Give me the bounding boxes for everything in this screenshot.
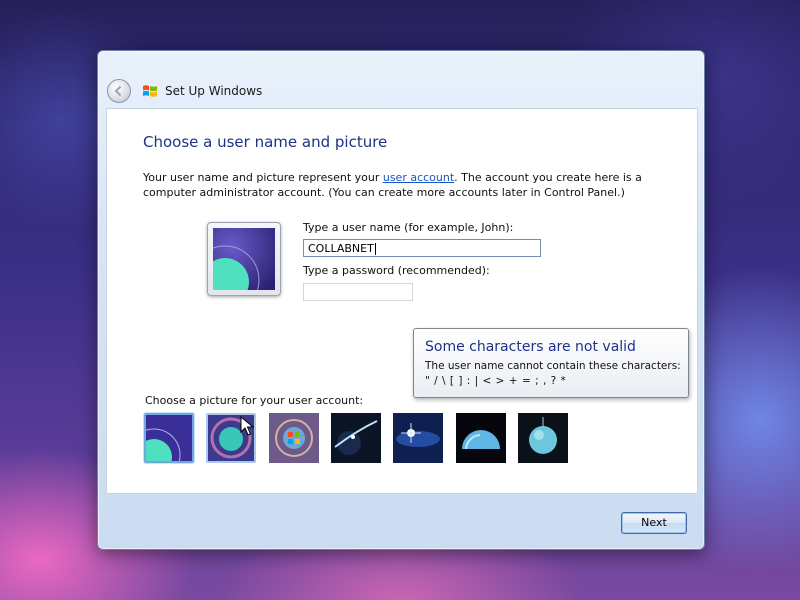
picture-thumb-3[interactable] (269, 413, 319, 463)
footer-bar (98, 493, 704, 549)
selected-picture-preview (207, 222, 281, 296)
picture-thumb-5[interactable] (393, 413, 443, 463)
picture-thumb-6[interactable] (456, 413, 506, 463)
planet-ring-thumb (331, 413, 381, 463)
password-label: Type a password (recommended): (303, 264, 490, 277)
tooltip-message: The user name cannot contain these chara… (425, 360, 681, 372)
page-description: Your user name and picture represent you… (143, 170, 643, 200)
page-heading: Choose a user name and picture (143, 133, 388, 151)
username-label: Type a user name (for example, John): (303, 221, 514, 234)
picture-thumb-1[interactable] (144, 413, 194, 463)
tooltip-invalid-chars: " / \ [ ] : | < > + = ; , ? * (425, 375, 567, 387)
next-button[interactable]: Next (621, 512, 687, 534)
starburst-thumb (393, 413, 443, 463)
back-arrow-icon (114, 85, 122, 97)
windows-orb-thumb (269, 413, 319, 463)
picture-thumb-7[interactable] (518, 413, 568, 463)
setup-window: Set Up Windows Choose a user name and pi… (97, 50, 705, 550)
back-button[interactable] (107, 79, 131, 103)
aurora-planet-thumb (146, 415, 192, 461)
mouse-pointer-icon (240, 416, 254, 436)
content-panel: Choose a user name and picture Your user… (106, 108, 698, 494)
validation-tooltip: Some characters are not valid The user n… (413, 328, 689, 398)
description-text-start: Your user name and picture represent you… (143, 171, 383, 184)
username-value: COLLABNET (308, 242, 374, 255)
picture-chooser-label: Choose a picture for your user account: (145, 394, 364, 407)
aurora-planet-image (213, 228, 275, 290)
tooltip-title: Some characters are not valid (425, 339, 636, 355)
picture-thumb-4[interactable] (331, 413, 381, 463)
text-caret (374, 243, 376, 255)
blue-orb-thumb (518, 413, 568, 463)
title-bar: Set Up Windows (98, 51, 704, 107)
blue-dome-thumb (456, 413, 506, 463)
windows-logo-icon (143, 85, 157, 97)
username-input[interactable]: COLLABNET (303, 239, 541, 257)
user-account-link[interactable]: user account (383, 171, 454, 184)
password-input[interactable] (303, 283, 413, 301)
window-title: Set Up Windows (165, 84, 263, 98)
